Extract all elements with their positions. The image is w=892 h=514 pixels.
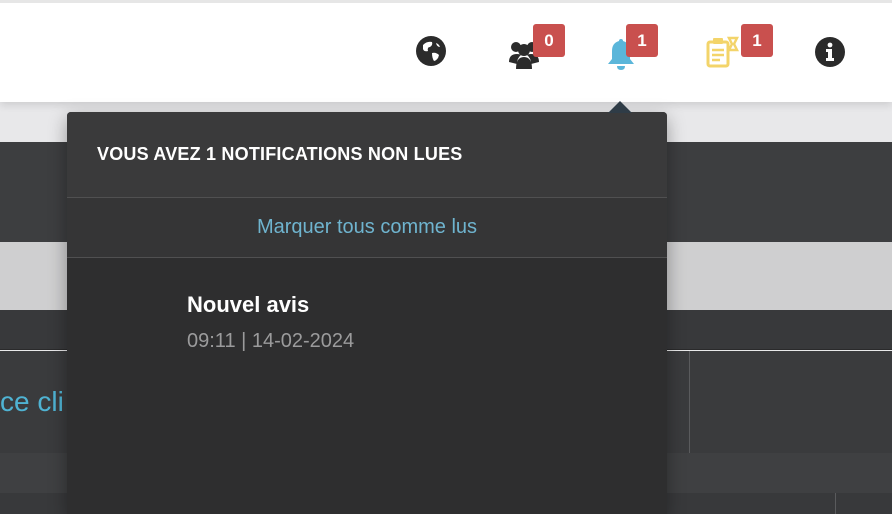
mark-all-read-link[interactable]: Marquer tous comme lus [257, 216, 477, 239]
tasks-badge: 1 [741, 24, 773, 57]
mark-all-read-row: Marquer tous comme lus [67, 198, 667, 258]
info-icon[interactable] [813, 35, 847, 69]
globe-icon[interactable] [413, 33, 449, 69]
top-header-bar: 0 1 1 [0, 0, 892, 102]
notifications-heading: VOUS AVEZ 1 NOTIFICATIONS NON LUES [97, 144, 463, 164]
background-link[interactable]: ce cli [0, 386, 64, 418]
users-badge: 0 [533, 24, 565, 57]
notifications-header: VOUS AVEZ 1 NOTIFICATIONS NON LUES [67, 112, 667, 198]
notifications-dropdown: VOUS AVEZ 1 NOTIFICATIONS NON LUES Marqu… [67, 112, 667, 514]
table-cell-divider [835, 493, 836, 514]
notification-title: Nouvel avis [187, 292, 310, 317]
table-cell-divider [689, 351, 690, 453]
notifications-badge: 1 [626, 24, 658, 57]
dropdown-caret [608, 101, 632, 113]
notification-item[interactable]: Nouvel avis 09:11 | 14-02-2024 [187, 292, 354, 353]
tasks-icon[interactable] [704, 34, 740, 70]
notification-timestamp: 09:11 | 14-02-2024 [187, 330, 355, 352]
